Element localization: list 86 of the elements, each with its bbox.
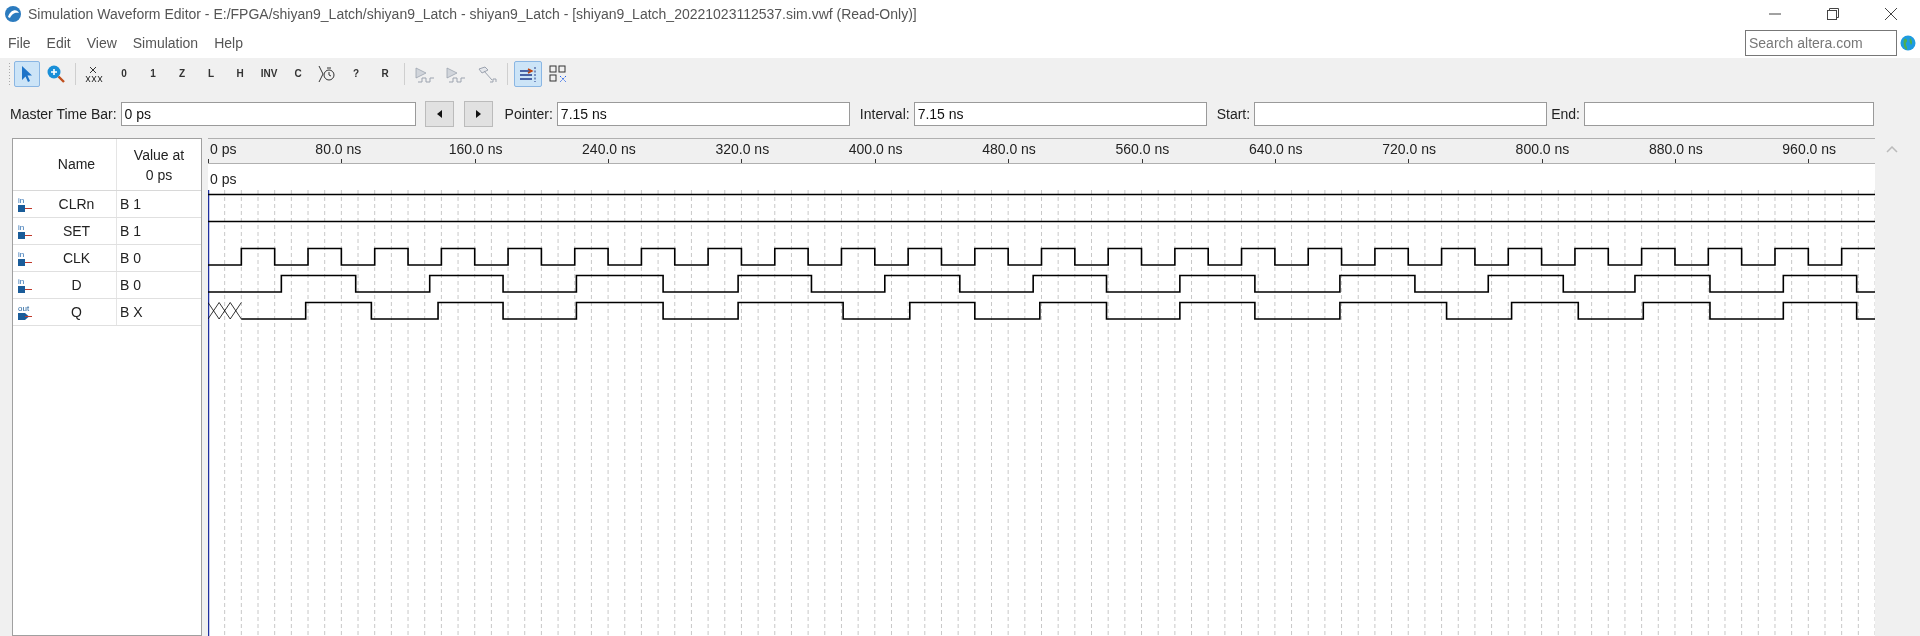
tick-mark — [474, 159, 476, 163]
globe-icon — [1900, 35, 1916, 51]
time-label: 800.0 ns — [1515, 141, 1570, 158]
time-label: 720.0 ns — [1382, 141, 1436, 158]
signal-value: B 1 — [120, 194, 141, 214]
waveform-value-button[interactable]: Z — [169, 61, 195, 87]
time-label: 560.0 ns — [1115, 141, 1170, 158]
signal-name: Q — [71, 302, 82, 322]
previous-button[interactable] — [424, 101, 454, 127]
time-label: 960.0 ns — [1782, 141, 1837, 158]
zoom-icon — [46, 64, 66, 84]
end-field[interactable] — [1583, 102, 1874, 126]
menu-item[interactable]: Help — [206, 32, 251, 54]
time-label: 640.0 ns — [1248, 141, 1303, 158]
right-arrow-icon — [475, 110, 481, 118]
minimize-icon — [1769, 13, 1781, 15]
left-arrow-icon — [436, 110, 442, 118]
tick-mark — [741, 159, 743, 163]
waveform-value-button[interactable]: INV — [256, 61, 282, 87]
tick-mark — [874, 159, 876, 163]
time-label: 320.0 ns — [715, 141, 770, 158]
hammer-icon — [476, 64, 498, 84]
window-title: Simulation Waveform Editor - E:/FPGA/shiyan9_Latch/shiyan9_Latch - shiyan9_Latch - [shiyan9_Latch_20221023112537.sim.vwf (Read-Only)] — [28, 4, 917, 24]
waveform-value-button[interactable]: 0 — [111, 61, 137, 87]
time-label: 80.0 ns — [315, 141, 362, 158]
waveform-value-button[interactable]: C — [285, 61, 311, 87]
tick-mark — [341, 159, 343, 163]
tick-mark — [1408, 159, 1410, 163]
restore-icon — [1827, 8, 1839, 20]
field-label: Pointer: — [504, 104, 553, 124]
menu-item[interactable]: Simulation — [124, 32, 207, 54]
start-field[interactable] — [1254, 102, 1548, 126]
simulation-run-icon — [414, 64, 436, 84]
toolbar-grip-icon — [8, 63, 11, 85]
field-label: End: — [1551, 104, 1580, 124]
tick-mark — [1274, 159, 1276, 163]
interval-field[interactable]: 7.15 ns — [913, 102, 1207, 126]
time-label: 400.0 ns — [848, 141, 903, 158]
menu-item[interactable]: View — [78, 32, 125, 54]
master-time-field[interactable]: 0 ps — [120, 102, 416, 126]
signal-value: B 1 — [120, 221, 141, 241]
signal-name: CLK — [62, 248, 91, 268]
signal-value: B 0 — [120, 248, 141, 268]
tick-mark — [1008, 159, 1010, 163]
snap-to-grid-icon — [517, 64, 539, 84]
app-logo-icon — [4, 5, 22, 23]
waveform-value-button[interactable]: ? — [343, 61, 369, 87]
tick-mark — [208, 159, 209, 163]
column-header: Value at 0 ps — [132, 145, 186, 185]
field-label: Interval: — [859, 104, 910, 124]
waveform-value-button[interactable]: H — [227, 61, 253, 87]
grid-icon — [548, 64, 568, 84]
pointer-field[interactable]: 7.15 ns — [556, 102, 850, 126]
time-label: 160.0 ns — [448, 141, 503, 158]
signal-value: B X — [120, 302, 143, 322]
time-label: 240.0 ns — [582, 141, 636, 158]
signal-name: CLRn — [58, 194, 95, 214]
menu-item[interactable]: Edit — [38, 32, 79, 54]
tick-mark — [1141, 159, 1143, 163]
time-marker-label: 0 ps — [210, 171, 237, 187]
signal-value: B 0 — [120, 275, 141, 295]
field-label: Master Time Bar: — [10, 104, 117, 124]
time-label: 0 ps — [210, 141, 237, 158]
pointer-tool-button[interactable] — [14, 61, 40, 87]
tick-mark — [1808, 159, 1810, 163]
waveform-value-button[interactable]: R — [372, 61, 398, 87]
menu-item[interactable]: File — [0, 32, 39, 54]
tick-mark — [608, 159, 610, 163]
clock-waveform-icon — [317, 64, 337, 84]
time-label: 880.0 ns — [1648, 141, 1703, 158]
close-icon — [1884, 7, 1898, 21]
pointer-icon — [20, 65, 34, 83]
search-field[interactable]: Search altera.com — [1745, 30, 1897, 56]
simulation-run-icon — [445, 64, 467, 84]
column-header: Name — [57, 155, 96, 174]
unknown-waveform-icon — [85, 64, 105, 84]
time-label: 480.0 ns — [982, 141, 1036, 158]
tick-mark — [1541, 159, 1543, 163]
field-label: Start: — [1216, 104, 1251, 124]
next-button[interactable] — [463, 101, 493, 127]
waveform-value-button[interactable]: L — [198, 61, 224, 87]
signal-name: SET — [62, 221, 91, 241]
snap-tool-button[interactable] — [514, 61, 542, 87]
waveform-value-button[interactable]: 1 — [140, 61, 166, 87]
tick-mark — [1674, 159, 1676, 163]
signal-name: D — [71, 275, 82, 295]
